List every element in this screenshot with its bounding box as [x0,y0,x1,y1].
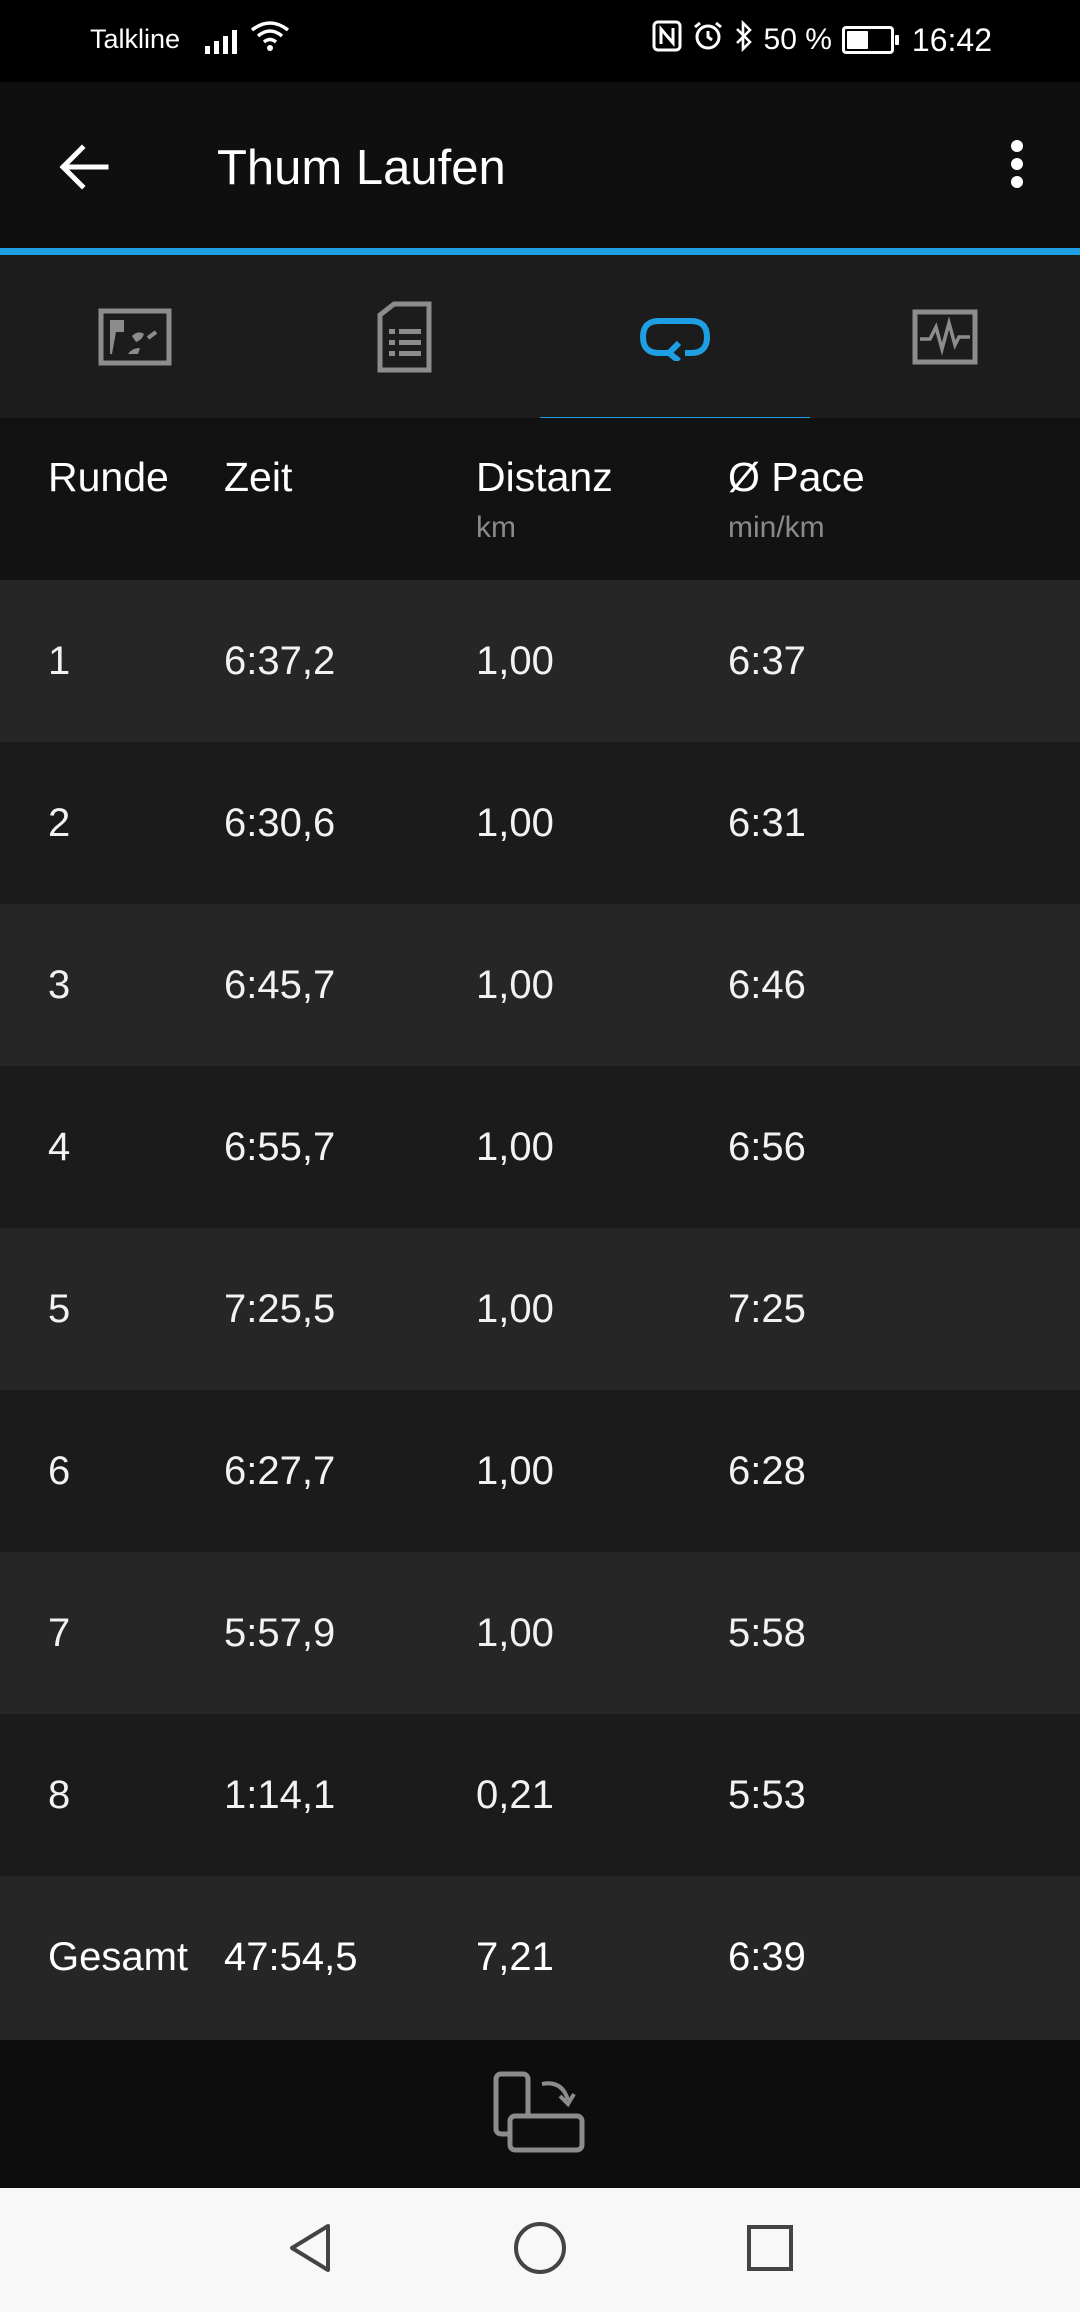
table-row[interactable]: 6 6:27,7 1,00 6:28 [0,1390,1080,1552]
tab-map[interactable] [0,255,270,418]
lap-pace: 6:46 [728,963,806,1007]
lap-pace: 5:58 [728,1611,806,1655]
column-header-lap: Runde [48,454,169,500]
table-row[interactable]: 5 7:25,5 1,00 7:25 [0,1228,1080,1390]
clock: 16:42 [911,21,992,58]
lap-pace: 6:28 [728,1449,806,1493]
total-label: Gesamt [48,1935,189,1979]
tab-details[interactable] [270,255,540,418]
lap-time: 6:55,7 [224,1125,336,1169]
battery-icon [841,26,899,54]
lap-number: 8 [48,1773,71,1817]
lap-distance: 1,00 [476,801,554,845]
lap-pace: 6:31 [728,801,806,845]
rotate-screen-button[interactable] [492,2070,588,2159]
lap-time: 6:37,2 [224,639,336,683]
tab-charts[interactable] [810,255,1080,418]
lap-pace: 7:25 [728,1287,806,1331]
nav-back-icon[interactable] [280,2218,340,2278]
accent-divider [0,248,1080,255]
lap-number: 5 [48,1287,71,1331]
tab-bar [0,255,1080,423]
lap-number: 2 [48,801,71,845]
chart-icon [912,309,978,364]
table-row[interactable]: 4 6:55,7 1,00 6:56 [0,1066,1080,1228]
table-total-row: Gesamt 47:54,5 7,21 6:39 [0,1876,1080,2040]
lap-pace: 6:37 [728,639,806,683]
column-header-pace: Ø Pace min/km [728,454,865,544]
lap-time: 5:57,9 [224,1611,336,1655]
nav-home-icon[interactable] [510,2218,570,2278]
bluetooth-icon [734,19,754,60]
lap-time: 6:45,7 [224,963,336,1007]
lap-pace: 6:56 [728,1125,806,1169]
rotate-screen-icon [493,2071,585,2152]
table-row[interactable]: 1 6:37,2 1,00 6:37 [0,580,1080,742]
table-header: Runde Zeit Distanz km Ø Pace min/km [0,418,1080,580]
lap-pace: 5:53 [728,1773,806,1817]
laps-loop-icon [639,317,711,361]
cell-signal-icon [205,24,237,54]
column-header-time: Zeit [224,454,293,500]
lap-distance: 0,21 [476,1773,554,1817]
overflow-menu-icon[interactable] [1002,137,1032,197]
lap-number: 1 [48,639,71,683]
document-icon [377,301,432,372]
nfc-icon [652,20,682,60]
lap-number: 7 [48,1611,71,1655]
lap-distance: 1,00 [476,1449,554,1493]
table-row[interactable]: 2 6:30,6 1,00 6:31 [0,742,1080,904]
table-row[interactable]: 7 5:57,9 1,00 5:58 [0,1552,1080,1714]
page-title: Thum Laufen [217,141,506,195]
column-unit-pace: min/km [728,511,825,544]
app-bar: Thum Laufen [0,82,1080,252]
lap-number: 4 [48,1125,71,1169]
lap-distance: 1,00 [476,963,554,1007]
back-arrow-icon[interactable] [56,139,112,195]
lap-number: 6 [48,1449,71,1493]
battery-percent: 50 % [763,23,832,56]
system-navigation-bar [0,2188,1080,2312]
lap-distance: 1,00 [476,639,554,683]
wifi-icon [250,20,290,59]
alarm-icon [692,20,724,60]
bottom-action-bar [0,2040,1080,2188]
lap-distance: 1,00 [476,1125,554,1169]
tab-laps[interactable] [540,255,810,423]
status-bar: Talkline 50 % 16:42 [0,0,1080,82]
map-icon [98,308,172,365]
lap-distance: 1,00 [476,1287,554,1331]
lap-time: 7:25,5 [224,1287,336,1331]
total-distance: 7,21 [476,1935,554,1979]
nav-recents-icon[interactable] [740,2218,800,2278]
column-header-distance: Distanz km [476,454,613,544]
table-row[interactable]: 3 6:45,7 1,00 6:46 [0,904,1080,1066]
total-pace: 6:39 [728,1935,806,1979]
lap-time: 6:30,6 [224,801,336,845]
column-unit-distance: km [476,511,516,544]
lap-time: 6:27,7 [224,1449,336,1493]
total-time: 47:54,5 [224,1935,358,1979]
lap-distance: 1,00 [476,1611,554,1655]
table-row[interactable]: 8 1:14,1 0,21 5:53 [0,1714,1080,1876]
lap-number: 3 [48,963,71,1007]
lap-time: 1:14,1 [224,1773,336,1817]
carrier-name: Talkline [90,24,181,54]
